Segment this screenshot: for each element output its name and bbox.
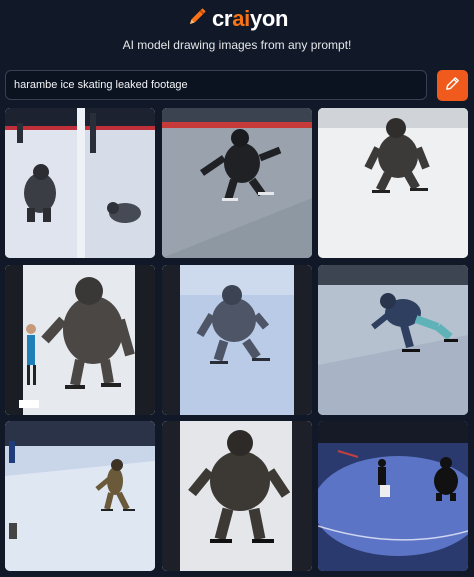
result-image[interactable] [318,108,468,258]
result-image[interactable] [5,265,155,415]
image-grid [5,108,469,573]
result-image[interactable] [162,421,312,571]
header: craiyon AI model drawing images from any… [0,0,474,64]
result-image[interactable] [5,108,155,258]
pencil-icon [444,75,461,97]
result-image[interactable] [162,265,312,415]
logo-wordmark: craiyon [212,6,289,31]
result-image[interactable] [162,108,312,258]
result-image[interactable] [318,265,468,415]
logo[interactable]: craiyon [186,6,289,33]
result-image[interactable] [318,421,468,571]
prompt-input[interactable] [14,79,418,91]
prompt-field[interactable] [5,70,427,100]
tagline: AI model drawing images from any prompt! [122,38,352,52]
pencil-logo-icon [186,6,208,33]
result-image[interactable] [5,421,155,571]
draw-button[interactable] [437,70,468,101]
